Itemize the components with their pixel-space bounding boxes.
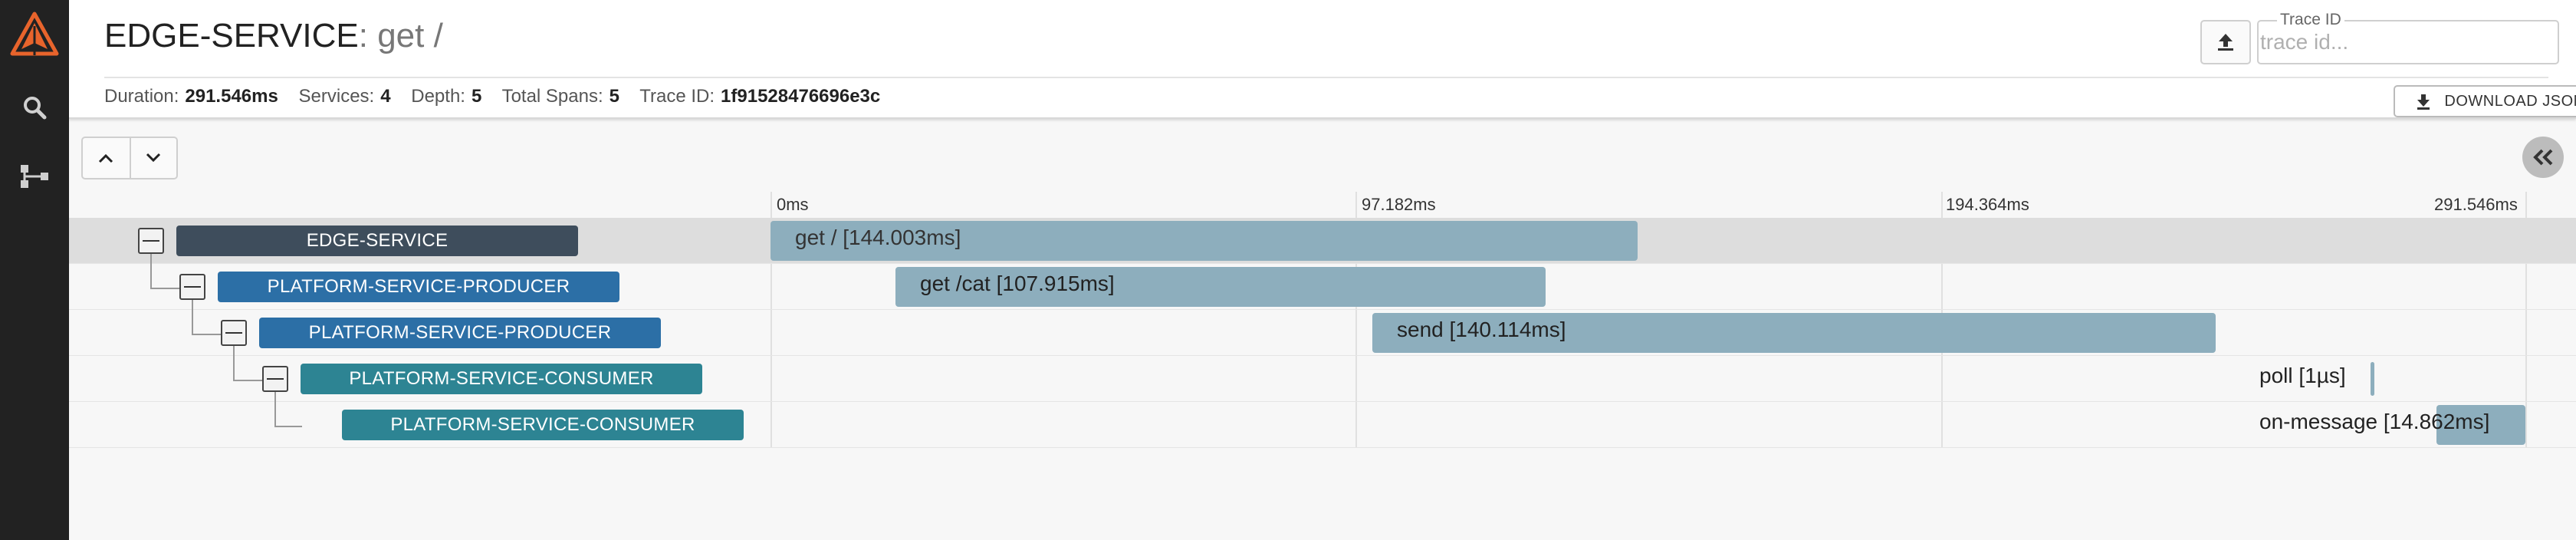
title-operation: get / bbox=[377, 17, 443, 54]
stat-value: 5 bbox=[609, 86, 620, 107]
collapse-toggle[interactable] bbox=[179, 274, 205, 300]
title-separator: : bbox=[358, 17, 368, 54]
trace-toolbar bbox=[69, 123, 2576, 199]
service-badge[interactable]: PLATFORM-SERVICE-CONSUMER bbox=[342, 410, 744, 440]
trace-id-field: Trace ID bbox=[2257, 11, 2559, 64]
collapse-toggle[interactable] bbox=[221, 320, 247, 346]
span-row[interactable]: PLATFORM-SERVICE-PRODUCER get /cat [107.… bbox=[69, 254, 2576, 310]
dependency-graph-icon[interactable] bbox=[19, 161, 50, 192]
expand-down-button[interactable] bbox=[129, 138, 176, 178]
span-label: poll [1µs] bbox=[2259, 364, 2346, 387]
service-badge[interactable]: EDGE-SERVICE bbox=[176, 226, 578, 256]
title-service: EDGE-SERVICE bbox=[104, 17, 359, 54]
span-bar[interactable] bbox=[2371, 362, 2374, 396]
stat-label: Trace ID: bbox=[639, 86, 715, 107]
span-row[interactable]: PLATFORM-SERVICE-PRODUCER send [140.114m… bbox=[69, 300, 2576, 356]
stat-value: 1f91528476696e3c bbox=[721, 86, 881, 107]
stat-label: Depth: bbox=[411, 86, 465, 107]
stat-label: Services: bbox=[298, 86, 375, 107]
trace-id-legend: Trace ID bbox=[2277, 11, 2344, 29]
empty-detail-area bbox=[69, 448, 2576, 540]
trace-header: EDGE-SERVICE: get / Trace ID Duration: 29… bbox=[69, 0, 2576, 119]
span-rows: EDGE-SERVICE get / [144.003ms] PLATFORM-… bbox=[69, 218, 2576, 448]
timeline-tick: 97.182ms bbox=[1362, 195, 1436, 214]
expand-up-button[interactable] bbox=[83, 138, 130, 178]
tree-connector bbox=[274, 392, 302, 427]
span-label: get / [144.003ms] bbox=[795, 226, 961, 249]
download-icon bbox=[2417, 94, 2430, 110]
double-chevron-left-icon bbox=[2533, 149, 2553, 166]
download-json-label: DOWNLOAD JSON bbox=[2444, 92, 2576, 110]
timeline-tick: 194.364ms bbox=[1946, 195, 2029, 214]
span-row[interactable]: PLATFORM-SERVICE-CONSUMER poll [1µs] bbox=[69, 346, 2576, 402]
download-json-button[interactable]: DOWNLOAD JSON bbox=[2394, 85, 2576, 117]
search-icon[interactable] bbox=[19, 92, 50, 123]
timeline-tick: 0ms bbox=[777, 195, 809, 214]
stat-label: Total Spans: bbox=[501, 86, 603, 107]
span-label: send [140.114ms] bbox=[1397, 318, 1566, 341]
upload-icon bbox=[2218, 34, 2233, 51]
collapse-toggle[interactable] bbox=[138, 228, 164, 254]
page-title: EDGE-SERVICE: get / bbox=[104, 17, 443, 55]
span-row[interactable]: PLATFORM-SERVICE-CONSUMER on-message [14… bbox=[69, 392, 2576, 448]
span-label: get /cat [107.915ms] bbox=[920, 272, 1115, 295]
stat-value: 291.546ms bbox=[185, 86, 278, 107]
tree-connector bbox=[150, 254, 179, 289]
tree-connector bbox=[192, 300, 221, 335]
expand-collapse-group bbox=[81, 137, 178, 179]
upload-button[interactable] bbox=[2200, 20, 2251, 64]
stat-value: 4 bbox=[380, 86, 391, 107]
service-badge[interactable]: PLATFORM-SERVICE-PRODUCER bbox=[259, 318, 661, 348]
timeline-tick: 291.546ms bbox=[2434, 195, 2518, 214]
trace-stats: Duration: 291.546ms Services: 4 Depth: 5 To… bbox=[104, 86, 895, 107]
span-row[interactable]: EDGE-SERVICE get / [144.003ms] bbox=[69, 218, 2576, 264]
logo-icon[interactable] bbox=[9, 11, 60, 58]
trace-id-input[interactable] bbox=[2260, 29, 2551, 55]
stat-label: Duration: bbox=[104, 86, 179, 107]
header-divider bbox=[104, 77, 2548, 78]
timeline-ruler: 0ms 97.182ms 194.364ms 291.546ms bbox=[69, 192, 2576, 218]
tree-connector bbox=[233, 346, 262, 381]
stat-value: 5 bbox=[471, 86, 482, 107]
collapse-panel-button[interactable] bbox=[2522, 137, 2564, 178]
collapse-toggle[interactable] bbox=[262, 366, 288, 392]
chevron-up-icon bbox=[99, 153, 113, 163]
service-badge[interactable]: PLATFORM-SERVICE-CONSUMER bbox=[301, 364, 702, 394]
span-label: on-message [14.862ms] bbox=[2259, 410, 2490, 433]
chevron-down-icon bbox=[146, 153, 161, 163]
service-badge[interactable]: PLATFORM-SERVICE-PRODUCER bbox=[218, 272, 619, 302]
left-nav bbox=[0, 0, 69, 540]
